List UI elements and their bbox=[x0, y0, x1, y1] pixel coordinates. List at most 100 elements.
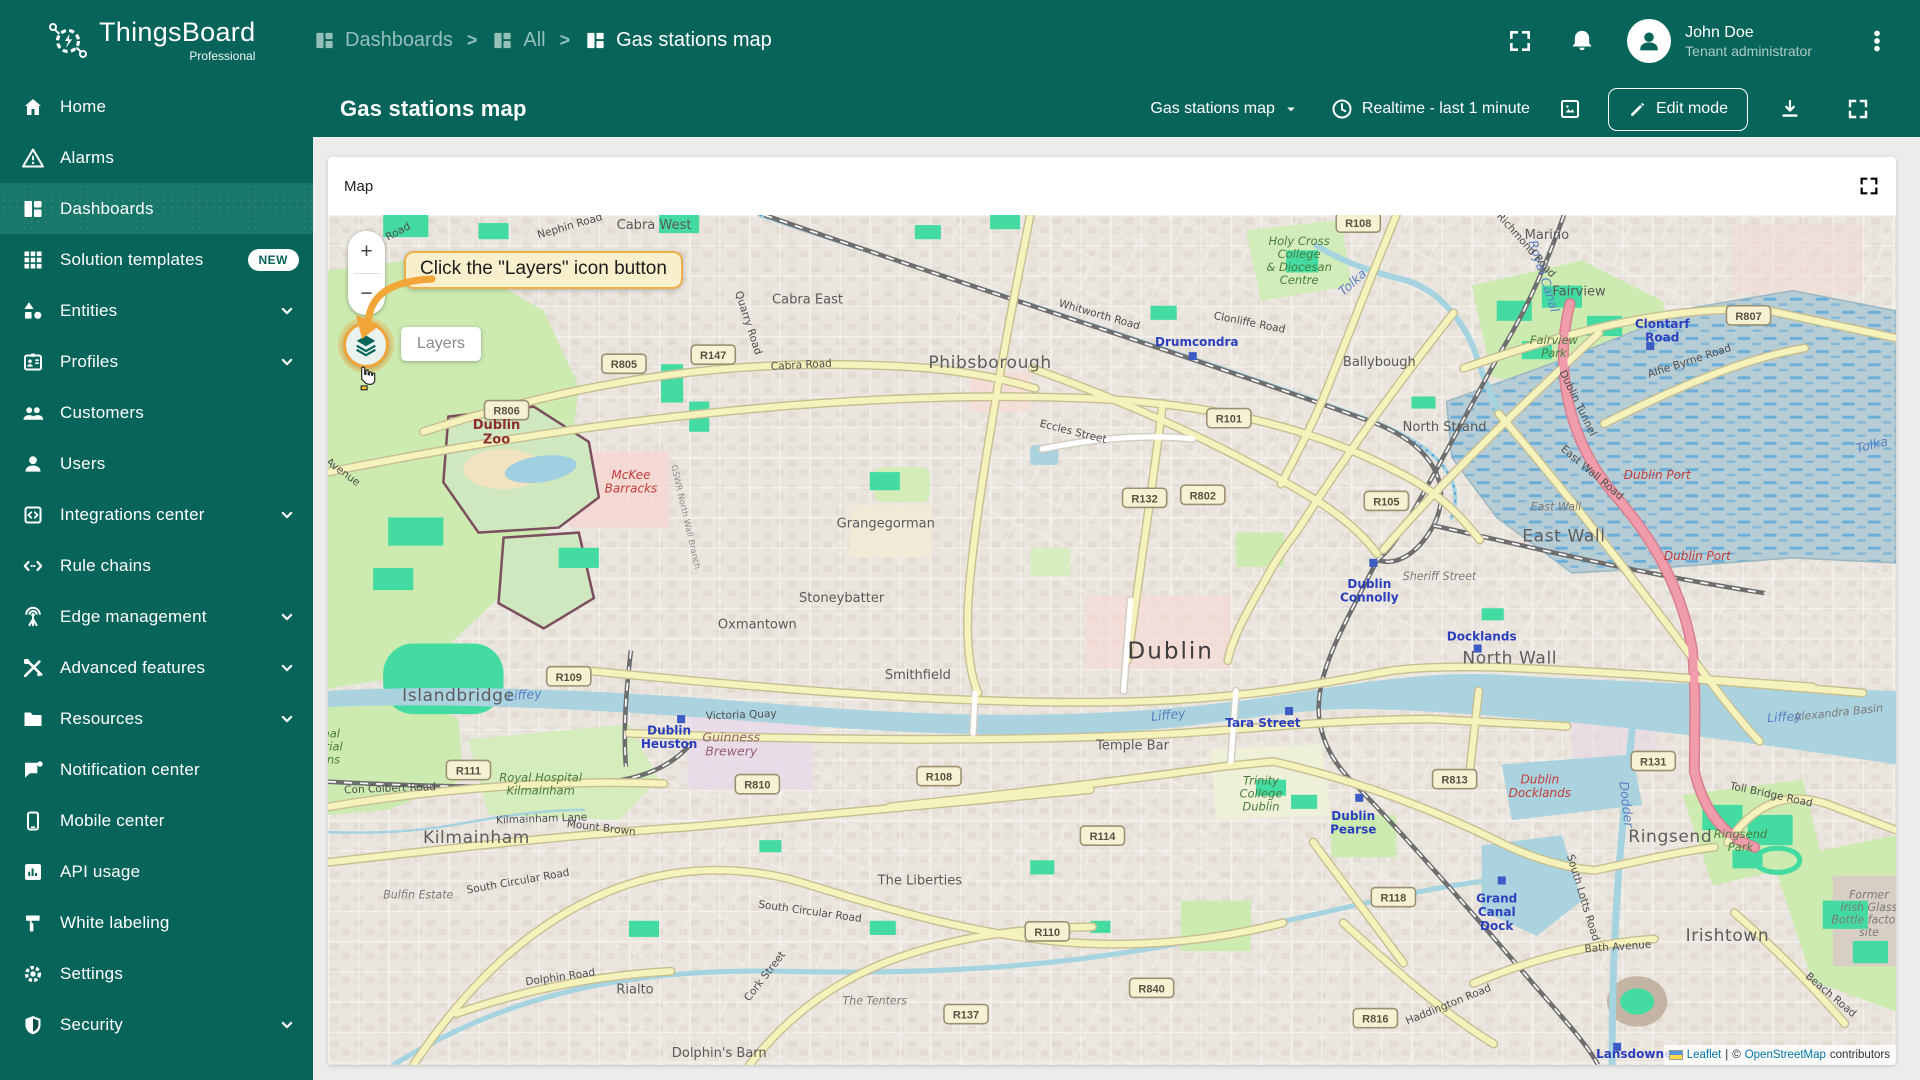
sidebar-item-security[interactable]: Security bbox=[0, 999, 313, 1050]
sidebar-item-entities[interactable]: Entities bbox=[0, 285, 313, 336]
osm-link[interactable]: OpenStreetMap bbox=[1745, 1049, 1826, 1061]
edit-mode-label: Edit mode bbox=[1655, 100, 1728, 117]
road-badge: R810 bbox=[734, 773, 781, 795]
map-label: Liffey bbox=[507, 686, 543, 703]
road-badge: R101 bbox=[1205, 407, 1252, 429]
leaflet-link[interactable]: Leaflet bbox=[1687, 1049, 1722, 1061]
zoom-in-button[interactable]: + bbox=[348, 231, 385, 273]
home-icon bbox=[21, 95, 45, 119]
edit-mode-button[interactable]: Edit mode bbox=[1607, 87, 1748, 131]
map-zoom-control: + − bbox=[348, 231, 385, 315]
road-badge: R813 bbox=[1431, 768, 1478, 790]
mobile-icon bbox=[21, 809, 45, 833]
breadcrumb-item-gas-stations-map[interactable]: Gas stations map bbox=[584, 29, 772, 52]
map-label: East Wall bbox=[1522, 527, 1605, 547]
chevron-down-icon bbox=[277, 352, 297, 372]
chevron-down-icon bbox=[1282, 100, 1300, 118]
user-menu[interactable]: John Doe Tenant administrator bbox=[1685, 23, 1812, 59]
map-label: The Tenters bbox=[842, 994, 907, 1007]
chevron-down-icon bbox=[277, 1015, 297, 1035]
chevron-down-icon bbox=[277, 607, 297, 627]
layers-icon bbox=[353, 332, 379, 358]
sidebar-item-rule-chains[interactable]: Rule chains bbox=[0, 540, 313, 591]
map-label: Dublin Port bbox=[1624, 468, 1692, 482]
svg-text:R147: R147 bbox=[700, 350, 726, 362]
download-icon[interactable] bbox=[1778, 97, 1802, 121]
fullscreen-icon[interactable] bbox=[1846, 97, 1870, 121]
sidebar-item-users[interactable]: Users bbox=[0, 438, 313, 489]
tools-icon bbox=[21, 656, 45, 680]
app-logo[interactable]: ThingsBoard Professional bbox=[45, 18, 313, 64]
shield-icon bbox=[21, 1013, 45, 1037]
map-label: Dublin Heuston bbox=[641, 723, 697, 751]
map-label: Rialto bbox=[616, 982, 653, 997]
breadcrumb-item-dashboards[interactable]: Dashboards bbox=[313, 29, 453, 52]
svg-text:R802: R802 bbox=[1190, 490, 1216, 502]
sidebar-item-dashboards[interactable]: Dashboards bbox=[0, 183, 313, 234]
map-label: Ballybough bbox=[1343, 355, 1416, 370]
sidebar-nav: Home Alarms Dashboards Solution templates NE… bbox=[0, 81, 313, 1080]
map-label: Fairview bbox=[1552, 285, 1606, 300]
sidebar-item-home[interactable]: Home bbox=[0, 81, 313, 132]
dash-icon bbox=[21, 197, 45, 221]
thingsboard-logo-icon bbox=[45, 18, 89, 64]
svg-text:R108: R108 bbox=[1345, 218, 1371, 230]
fullscreen-icon[interactable] bbox=[1507, 28, 1533, 54]
map-label: Lansdowne bbox=[1596, 1047, 1672, 1061]
svg-text:R816: R816 bbox=[1362, 1014, 1388, 1026]
map-label: Ringsend bbox=[1628, 827, 1712, 847]
pencil-icon bbox=[1628, 100, 1647, 119]
road-badge: R816 bbox=[1352, 1007, 1399, 1029]
sidebar-item-alarms[interactable]: Alarms bbox=[0, 132, 313, 183]
map-label: Stoneybatter bbox=[799, 591, 885, 606]
sidebar-item-profiles[interactable]: Profiles bbox=[0, 336, 313, 387]
widget-header: Map bbox=[328, 157, 1896, 215]
screenshot-icon[interactable] bbox=[1558, 97, 1582, 121]
sidebar-item-customers[interactable]: Customers bbox=[0, 387, 313, 438]
road-badge: R108 bbox=[1335, 215, 1382, 233]
user-name: John Doe bbox=[1685, 23, 1754, 41]
road-badge: R147 bbox=[690, 344, 737, 366]
svg-text:R806: R806 bbox=[493, 406, 519, 418]
map-label: Grangegorman bbox=[837, 517, 935, 532]
sidebar-item-advanced-features[interactable]: Advanced features bbox=[0, 642, 313, 693]
sidebar-item-white-labeling[interactable]: White labeling bbox=[0, 897, 313, 948]
road-badge: R807 bbox=[1725, 304, 1772, 326]
layers-button[interactable] bbox=[343, 322, 389, 368]
sidebar-item-mobile-center[interactable]: Mobile center bbox=[0, 795, 313, 846]
entities-icon bbox=[21, 299, 45, 323]
avatar[interactable] bbox=[1627, 18, 1672, 63]
svg-text:R810: R810 bbox=[744, 780, 770, 792]
sidebar-item-edge-management[interactable]: Edge management bbox=[0, 591, 313, 642]
zoom-out-button[interactable]: − bbox=[348, 274, 385, 316]
sidebar-item-resources[interactable]: Resources bbox=[0, 693, 313, 744]
more-vert-icon[interactable] bbox=[1864, 28, 1890, 54]
integr-icon bbox=[21, 503, 45, 527]
road-badge: R111 bbox=[445, 759, 492, 781]
sidebar-item-settings[interactable]: Settings bbox=[0, 948, 313, 999]
map-label: East Wall bbox=[1531, 500, 1582, 513]
notif-icon bbox=[21, 758, 45, 782]
bell-icon[interactable] bbox=[1569, 28, 1595, 54]
breadcrumb-item-all[interactable]: All bbox=[491, 29, 546, 52]
map-label: Victoria Quay bbox=[706, 708, 777, 723]
timewindow-button[interactable]: Realtime - last 1 minute bbox=[1330, 97, 1530, 121]
widget-fullscreen-icon[interactable] bbox=[1858, 175, 1880, 197]
map-label: Trinity College Dublin bbox=[1239, 774, 1282, 814]
sidebar-item-solution-templates[interactable]: Solution templates NEW bbox=[0, 234, 313, 285]
map-container[interactable]: R805 R147 R806 R108 R101 R132 R802 R105 R807 R109… bbox=[328, 215, 1896, 1065]
svg-text:R137: R137 bbox=[953, 1010, 979, 1022]
map-label: Dublin Connolly bbox=[1340, 577, 1399, 605]
sidebar-item-integrations-center[interactable]: Integrations center bbox=[0, 489, 313, 540]
dashboard-state-selector[interactable]: Gas stations map bbox=[1150, 100, 1300, 118]
sidebar-item-api-usage[interactable]: API usage bbox=[0, 846, 313, 897]
breadcrumb-separator: > bbox=[559, 30, 571, 50]
road-badge: R132 bbox=[1121, 487, 1168, 509]
map[interactable]: R805 R147 R806 R108 R101 R132 R802 R105 R807 R109… bbox=[328, 215, 1896, 1065]
sidebar-item-notification-center[interactable]: Notification center bbox=[0, 744, 313, 795]
road-badge: R118 bbox=[1370, 886, 1417, 908]
map-label: Dublin Port bbox=[1664, 549, 1732, 563]
map-label: Kilmainham bbox=[423, 828, 530, 848]
svg-text:R101: R101 bbox=[1216, 414, 1242, 426]
map-label: Dolphin's Barn bbox=[672, 1046, 767, 1061]
